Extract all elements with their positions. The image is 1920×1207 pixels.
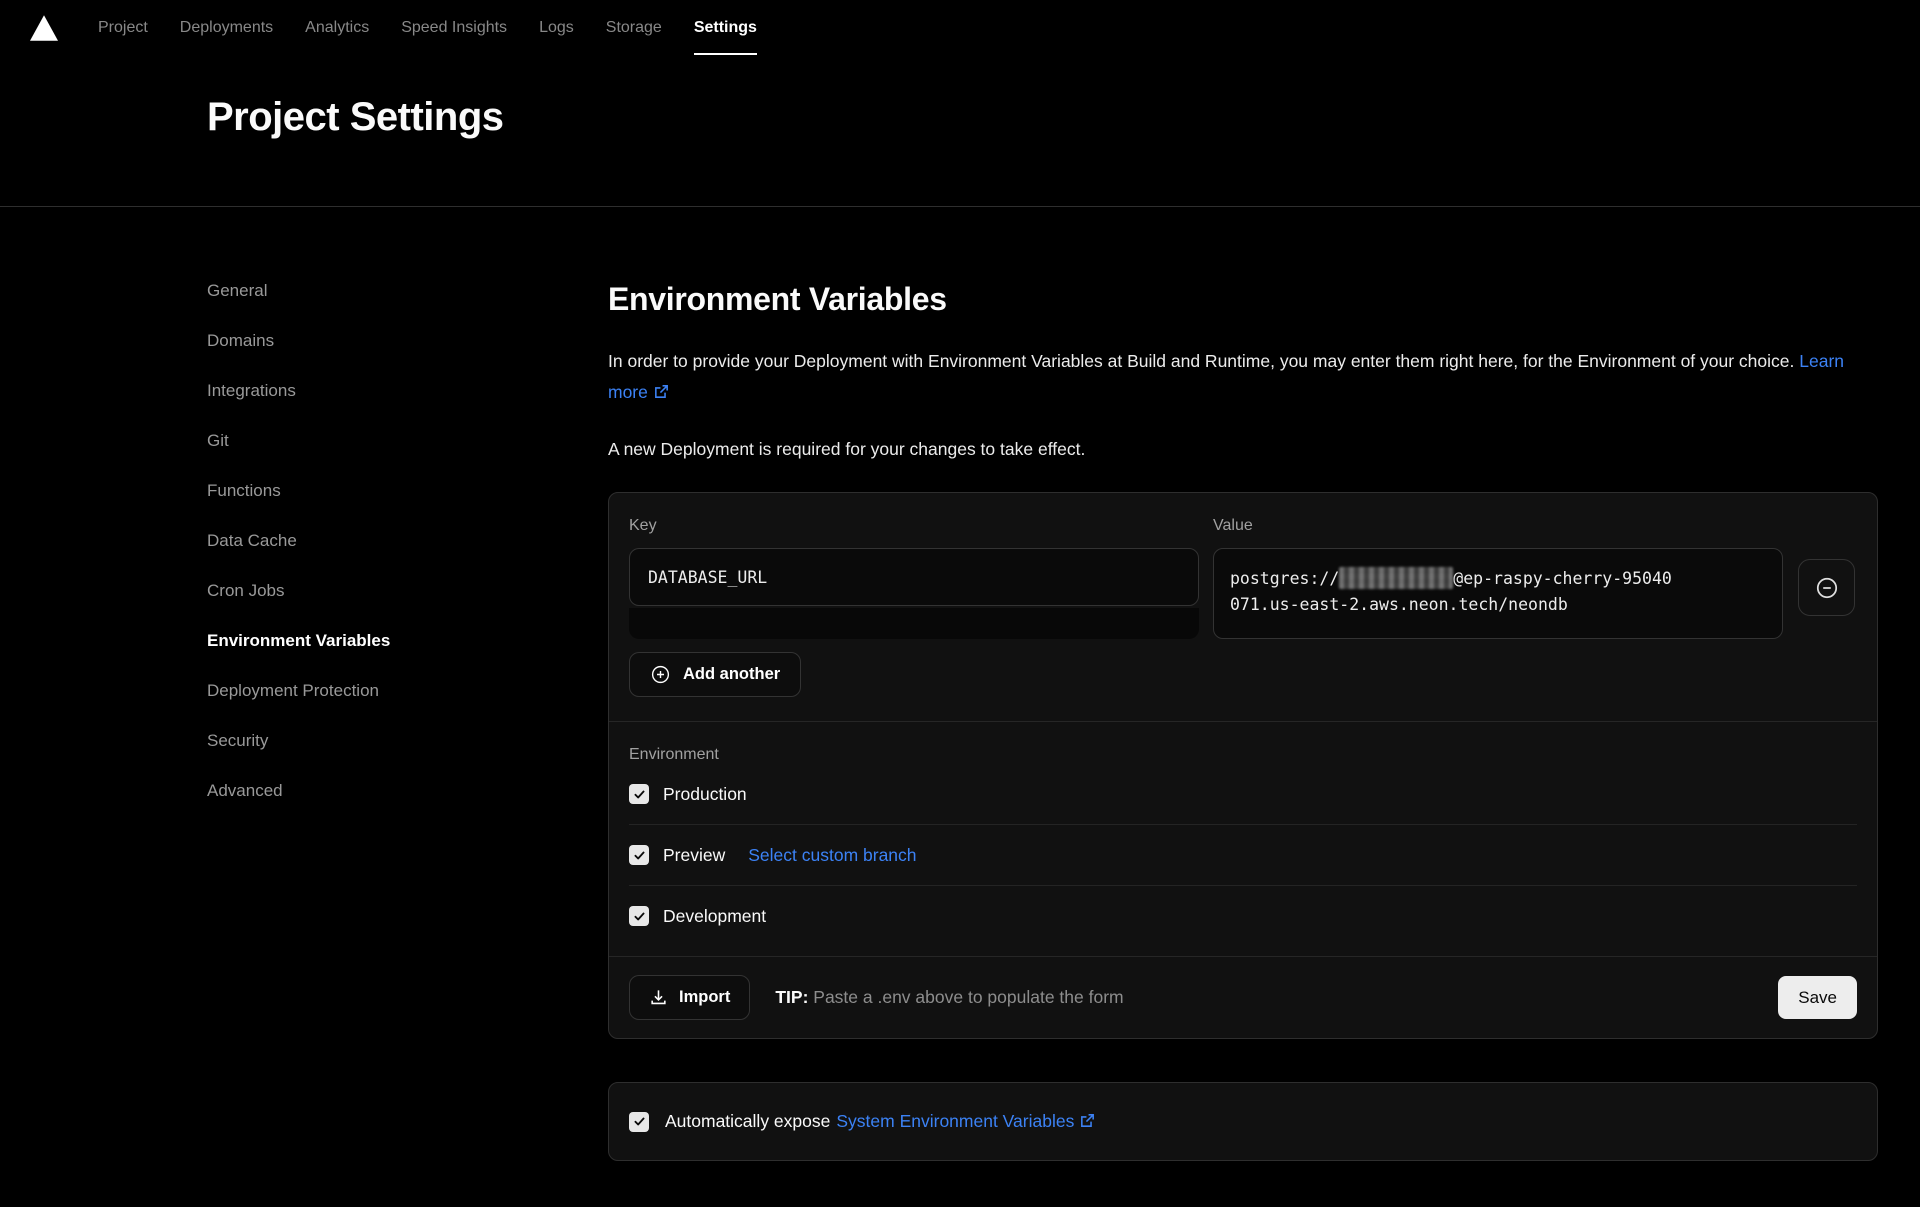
key-value-form: Key Value postgres:// @ep-raspy-cherry-95… xyxy=(609,493,1877,721)
add-another-label: Add another xyxy=(683,665,780,684)
env-vars-card: Key Value postgres:// @ep-raspy-cherry-95… xyxy=(608,492,1878,1039)
system-env-vars-card: Automatically expose System Environment … xyxy=(608,1082,1878,1161)
sidebar-item-cron-jobs[interactable]: Cron Jobs xyxy=(207,581,284,601)
check-icon xyxy=(633,910,646,923)
check-icon xyxy=(633,788,646,801)
save-button[interactable]: Save xyxy=(1778,976,1857,1019)
sidebar-item-environment-variables[interactable]: Environment Variables xyxy=(207,631,390,651)
vercel-triangle-icon xyxy=(28,14,60,42)
nav-tabs: Project Deployments Analytics Speed Insi… xyxy=(82,0,773,55)
environment-section: Environment Production Preview Select cu… xyxy=(609,722,1877,956)
value-text-prefix: postgres:// xyxy=(1230,569,1339,588)
remove-row-button[interactable] xyxy=(1798,559,1855,616)
sidebar-item-security[interactable]: Security xyxy=(207,731,268,751)
nav-tab-settings[interactable]: Settings xyxy=(678,0,773,55)
check-icon xyxy=(633,1115,646,1128)
env-row-production: Production xyxy=(629,764,1857,824)
nav-tab-speed-insights[interactable]: Speed Insights xyxy=(385,0,523,55)
nav-tab-storage[interactable]: Storage xyxy=(590,0,678,55)
import-tip: TIP: Paste a .env above to populate the … xyxy=(775,987,1123,1008)
sidebar-item-general[interactable]: General xyxy=(207,281,267,301)
minus-circle-icon xyxy=(1814,575,1840,601)
production-checkbox[interactable] xyxy=(629,784,649,804)
check-icon xyxy=(633,849,646,862)
tip-bold: TIP: xyxy=(775,987,808,1007)
section-description: In order to provide your Deployment with… xyxy=(608,346,1878,408)
system-env-vars-label: System Environment Variables xyxy=(836,1111,1074,1131)
select-custom-branch-link[interactable]: Select custom branch xyxy=(748,845,916,866)
tip-text: Paste a .env above to populate the form xyxy=(808,987,1123,1007)
top-navigation: Project Deployments Analytics Speed Insi… xyxy=(0,0,1920,55)
import-label: Import xyxy=(679,988,730,1007)
env-row-preview: Preview Select custom branch xyxy=(629,825,1857,885)
auto-expose-checkbox[interactable] xyxy=(629,1112,649,1132)
environment-variables-panel: Environment Variables In order to provid… xyxy=(608,281,1878,1161)
preview-label: Preview xyxy=(663,845,725,866)
redacted-credentials xyxy=(1339,567,1453,589)
key-suggestion-panel xyxy=(629,608,1199,639)
add-another-button[interactable]: Add another xyxy=(629,652,801,697)
value-text-line2: 071.us-east-2.aws.neon.tech/neondb xyxy=(1230,595,1568,614)
sidebar-item-deployment-protection[interactable]: Deployment Protection xyxy=(207,681,379,701)
production-label: Production xyxy=(663,784,747,805)
system-env-vars-link[interactable]: System Environment Variables xyxy=(836,1111,1096,1132)
sidebar-item-data-cache[interactable]: Data Cache xyxy=(207,531,297,551)
external-link-icon xyxy=(1079,1112,1096,1129)
nav-tab-logs[interactable]: Logs xyxy=(523,0,590,55)
section-heading: Environment Variables xyxy=(608,281,1878,318)
deployment-note: A new Deployment is required for your ch… xyxy=(608,439,1878,460)
sidebar-item-domains[interactable]: Domains xyxy=(207,331,274,351)
sidebar-item-integrations[interactable]: Integrations xyxy=(207,381,296,401)
nav-tab-deployments[interactable]: Deployments xyxy=(164,0,289,55)
nav-tab-project[interactable]: Project xyxy=(82,0,164,55)
sidebar-item-advanced[interactable]: Advanced xyxy=(207,781,283,801)
import-button[interactable]: Import xyxy=(629,975,750,1020)
external-link-icon xyxy=(653,383,670,400)
auto-expose-label: Automatically expose xyxy=(665,1111,830,1132)
sidebar-item-functions[interactable]: Functions xyxy=(207,481,281,501)
description-text: In order to provide your Deployment with… xyxy=(608,351,1794,371)
preview-checkbox[interactable] xyxy=(629,845,649,865)
development-label: Development xyxy=(663,906,766,927)
vercel-logo[interactable] xyxy=(28,0,60,55)
sidebar-item-git[interactable]: Git xyxy=(207,431,229,451)
value-text-suffix: @ep-raspy-cherry-95040 xyxy=(1453,569,1672,588)
development-checkbox[interactable] xyxy=(629,906,649,926)
value-input[interactable]: postgres:// @ep-raspy-cherry-95040 071.us… xyxy=(1213,548,1783,639)
key-label: Key xyxy=(629,517,1199,535)
download-icon xyxy=(649,988,668,1007)
environment-label: Environment xyxy=(629,744,1857,764)
page-header: Project Settings xyxy=(0,55,1920,207)
env-row-development: Development xyxy=(629,886,1857,946)
nav-tab-analytics[interactable]: Analytics xyxy=(289,0,385,55)
content-area: General Domains Integrations Git Functio… xyxy=(0,207,1920,1161)
page-title: Project Settings xyxy=(207,95,1920,140)
card-footer: Import TIP: Paste a .env above to popula… xyxy=(609,956,1877,1038)
settings-sidebar: General Domains Integrations Git Functio… xyxy=(207,281,608,1161)
value-label: Value xyxy=(1213,517,1783,535)
plus-circle-icon xyxy=(650,664,671,685)
key-input[interactable] xyxy=(629,548,1199,606)
